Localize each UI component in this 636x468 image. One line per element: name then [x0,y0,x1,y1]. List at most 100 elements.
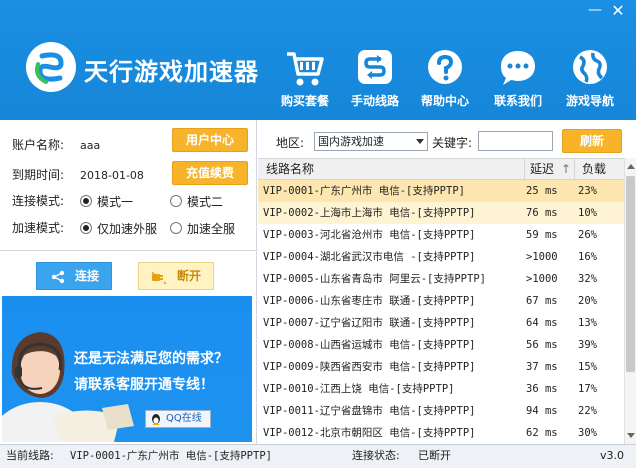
table-row[interactable]: VIP-0006-山东省枣庄市 联通-[支持PPTP] 67 ms 20% [258,290,624,312]
nav-manual-route[interactable]: 手动线路 [340,48,410,116]
expiry-value: 2018-01-08 [80,169,144,182]
load-cell: 30% [578,427,597,439]
server-name-cell: VIP-0009-陕西省西安市 电信-[支持PPTP] [263,361,476,373]
scroll-down-icon[interactable] [627,433,635,438]
table-row[interactable]: VIP-0005-山东省青岛市 阿里云-[支持PPTP] >1000 32% [258,268,624,290]
nav-buy-package[interactable]: 购买套餐 [270,48,340,116]
refresh-button[interactable]: 刷新 [562,129,622,153]
server-name-cell: VIP-0002-上海市上海市 电信-[支持PPTP] [263,207,476,219]
banner-line-2: 请联系客服开通专线！ [74,377,214,393]
server-name-cell: VIP-0004-湖北省武汉市电信 -[支持PPTP] [263,251,476,263]
ping-cell: 59 ms [526,229,558,241]
nav-help-center[interactable]: 帮助中心 [410,48,480,116]
region-select[interactable]: 国内游戏加速 [314,132,428,151]
nav-label: 购买套餐 [280,94,329,108]
region-label: 地区: [276,136,305,150]
connect-mode-2-label[interactable]: 模式二 [187,193,223,210]
load-cell: 13% [578,317,597,329]
route-icon [358,50,392,84]
table-row[interactable]: VIP-0002-上海市上海市 电信-[支持PPTP] 76 ms 10% [258,202,624,224]
table-row[interactable]: VIP-0008-山西省运城市 电信-[支持PPTP] 56 ms 39% [258,334,624,356]
username-row: 账户名称: [12,134,64,156]
keyword-label: 关键字: [432,136,473,150]
user-center-button[interactable]: 用户中心 [172,128,248,152]
accel-all-label[interactable]: 加速全服 [187,220,235,237]
shopping-cart-icon [287,52,324,86]
account-panel: 账户名称: aaa 用户中心 到期时间: 2018-01-08 充值续费 连接模… [0,120,257,444]
load-cell: 39% [578,339,597,351]
connect-label: 连接 [75,269,100,283]
server-name-cell: VIP-0012-北京市朝阳区 电信-[支持PPTP] [263,427,476,439]
ping-cell: 36 ms [526,383,558,395]
table-row[interactable]: VIP-0012-北京市朝阳区 电信-[支持PPTP] 62 ms 30% [258,422,624,444]
load-cell: 20% [578,295,597,307]
nav-label: 游戏导航 [565,94,614,108]
accel-mode-label: 加速模式: [12,221,65,235]
column-divider [524,159,525,179]
username-label: 账户名称: [12,138,65,152]
connect-mode-1-label[interactable]: 模式一 [97,193,133,210]
keyword-input[interactable] [478,131,553,151]
ping-cell: 76 ms [526,207,558,219]
status-bar: 当前线路: VIP-0001-广东广州市 电信-[支持PPTP] 连接状态: 已… [0,444,636,468]
current-line-label: 当前线路: [6,449,54,462]
qq-penguin-icon [152,414,160,425]
load-cell: 16% [578,251,597,263]
accel-foreign-label[interactable]: 仅加速外服 [97,220,157,237]
version-label: v3.0 [600,449,625,462]
ping-cell: 64 ms [526,317,558,329]
load-cell: 23% [578,185,597,197]
table-row[interactable]: VIP-0004-湖北省武汉市电信 -[支持PPTP] >1000 16% [258,246,624,268]
server-name-cell: VIP-0008-山西省运城市 电信-[支持PPTP] [263,339,476,351]
scroll-thumb[interactable] [626,176,635,372]
title-bar: — ✕ 天行游戏加速器 购买套餐 手动线路 帮助中心 联系我们 游戏导航 [0,0,636,120]
accel-all-radio[interactable] [170,222,182,234]
nav-game-guide[interactable]: 游戏导航 [555,48,625,116]
connect-button[interactable]: 连接 [36,262,112,290]
table-row[interactable]: VIP-0011-辽宁省盘锦市 电信-[支持PPTP] 94 ms 22% [258,400,624,422]
ping-cell: 94 ms [526,405,558,417]
recharge-button[interactable]: 充值续费 [172,161,248,185]
connect-mode-1-radio[interactable] [80,195,92,207]
current-line-value: VIP-0001-广东广州市 电信-[支持PPTP] [70,450,272,462]
table-row[interactable]: VIP-0010-江西上饶 电信-[支持PPTP] 36 ms 17% [258,378,624,400]
connection-status-label: 连接状态: [352,449,400,462]
nav-contact-us[interactable]: 联系我们 [483,48,553,116]
table-row[interactable]: VIP-0009-陕西省西安市 电信-[支持PPTP] 37 ms 15% [258,356,624,378]
accel-foreign-radio[interactable] [80,222,92,234]
connection-status-value: 已断开 [418,449,451,462]
column-header-ping[interactable]: 延迟 [530,159,554,179]
ping-cell: 37 ms [526,361,558,373]
server-list: VIP-0001-广东广州市 电信-[支持PPTP] 25 ms 23% VIP-00… [258,180,624,444]
banner-line-1: 还是无法满足您的需求？ [74,351,228,367]
connect-mode-2-radio[interactable] [170,195,182,207]
server-name-cell: VIP-0007-辽宁省辽阳市 联通-[支持PPTP] [263,317,476,329]
connect-mode-label: 连接模式: [12,194,65,208]
ping-cell: 67 ms [526,295,558,307]
column-divider [574,159,575,179]
nav-label: 联系我们 [493,94,542,108]
nav-label: 帮助中心 [420,94,469,108]
customer-service-illustration [2,332,134,442]
close-button[interactable]: ✕ [608,2,628,20]
share-icon [51,270,65,284]
table-row[interactable]: VIP-0001-广东广州市 电信-[支持PPTP] 25 ms 23% [258,180,624,202]
load-cell: 17% [578,383,597,395]
table-row[interactable]: VIP-0007-辽宁省辽阳市 联通-[支持PPTP] 64 ms 13% [258,312,624,334]
server-name-cell: VIP-0006-山东省枣庄市 联通-[支持PPTP] [263,295,476,307]
minimize-button[interactable]: — [586,3,604,18]
ping-cell: 25 ms [526,185,558,197]
scroll-up-icon[interactable] [627,164,635,169]
qq-online-button[interactable]: QQ在线 [145,410,211,428]
divider [0,250,257,251]
server-name-cell: VIP-0001-广东广州市 电信-[支持PPTP] [263,185,465,197]
load-cell: 22% [578,405,597,417]
disconnect-button[interactable]: 断开 [138,262,214,290]
scrollbar[interactable] [624,158,636,444]
load-cell: 10% [578,207,597,219]
column-header-name[interactable]: 线路名称 [266,159,314,179]
column-header-load[interactable]: 负载 [582,159,606,179]
table-row[interactable]: VIP-0003-河北省沧州市 电信-[支持PPTP] 59 ms 26% [258,224,624,246]
chat-icon [501,51,535,85]
username-value: aaa [80,139,101,152]
